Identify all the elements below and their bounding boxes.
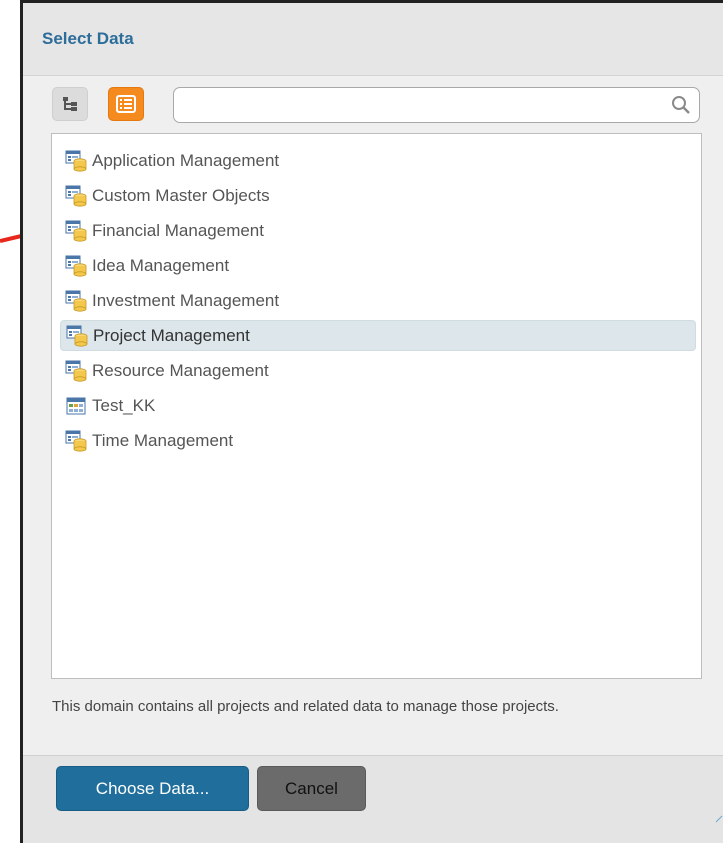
domain-database-icon bbox=[65, 220, 87, 242]
domain-database-icon bbox=[66, 325, 88, 347]
domain-database-icon bbox=[65, 185, 87, 207]
tree-view-icon bbox=[63, 97, 77, 111]
list-view-button[interactable] bbox=[108, 87, 144, 121]
search-icon[interactable] bbox=[671, 95, 691, 115]
resize-grip-icon[interactable] bbox=[715, 815, 723, 823]
list-item-label: Custom Master Objects bbox=[92, 185, 270, 205]
list-item-label: Application Management bbox=[92, 150, 280, 170]
list-item-label: Test_KK bbox=[92, 395, 156, 415]
list-item-label: Investment Management bbox=[92, 290, 280, 310]
cancel-button[interactable]: Cancel bbox=[257, 766, 366, 811]
list-item-label: Project Management bbox=[93, 325, 250, 345]
list-item[interactable]: Test_KK bbox=[60, 390, 696, 421]
list-item[interactable]: Investment Management bbox=[60, 285, 696, 316]
list-item-label: Financial Management bbox=[92, 220, 264, 240]
search-input[interactable] bbox=[173, 87, 700, 123]
domain-database-icon bbox=[65, 290, 87, 312]
list-item[interactable]: Financial Management bbox=[60, 215, 696, 246]
list-item[interactable]: Time Management bbox=[60, 425, 696, 456]
domain-description: This domain contains all projects and re… bbox=[52, 698, 559, 715]
list-item-label: Idea Management bbox=[92, 255, 230, 275]
list-view-icon bbox=[116, 95, 136, 113]
domain-list: Application Management Custom Master Obje… bbox=[51, 133, 702, 679]
list-item[interactable]: Custom Master Objects bbox=[60, 180, 696, 211]
dialog-title: Select Data bbox=[42, 29, 134, 48]
list-item[interactable]: Idea Management bbox=[60, 250, 696, 281]
list-item[interactable]: Resource Management bbox=[60, 355, 696, 386]
tree-view-button[interactable] bbox=[52, 87, 88, 121]
list-item-label: Time Management bbox=[92, 430, 234, 450]
domain-database-icon bbox=[65, 150, 87, 172]
domain-database-icon bbox=[65, 360, 87, 382]
domain-database-icon bbox=[65, 255, 87, 277]
table-icon bbox=[66, 397, 86, 414]
dialog-titlebar: Select Data bbox=[23, 3, 723, 76]
list-item-label: Resource Management bbox=[92, 360, 269, 380]
list-item[interactable]: Application Management bbox=[60, 145, 696, 176]
list-item[interactable]: Project Management bbox=[60, 320, 696, 351]
select-data-dialog: Select Data Application Management Custo… bbox=[20, 0, 723, 843]
domain-database-icon bbox=[65, 430, 87, 452]
outside-area bbox=[0, 0, 20, 843]
choose-data-button[interactable]: Choose Data... bbox=[56, 766, 249, 811]
